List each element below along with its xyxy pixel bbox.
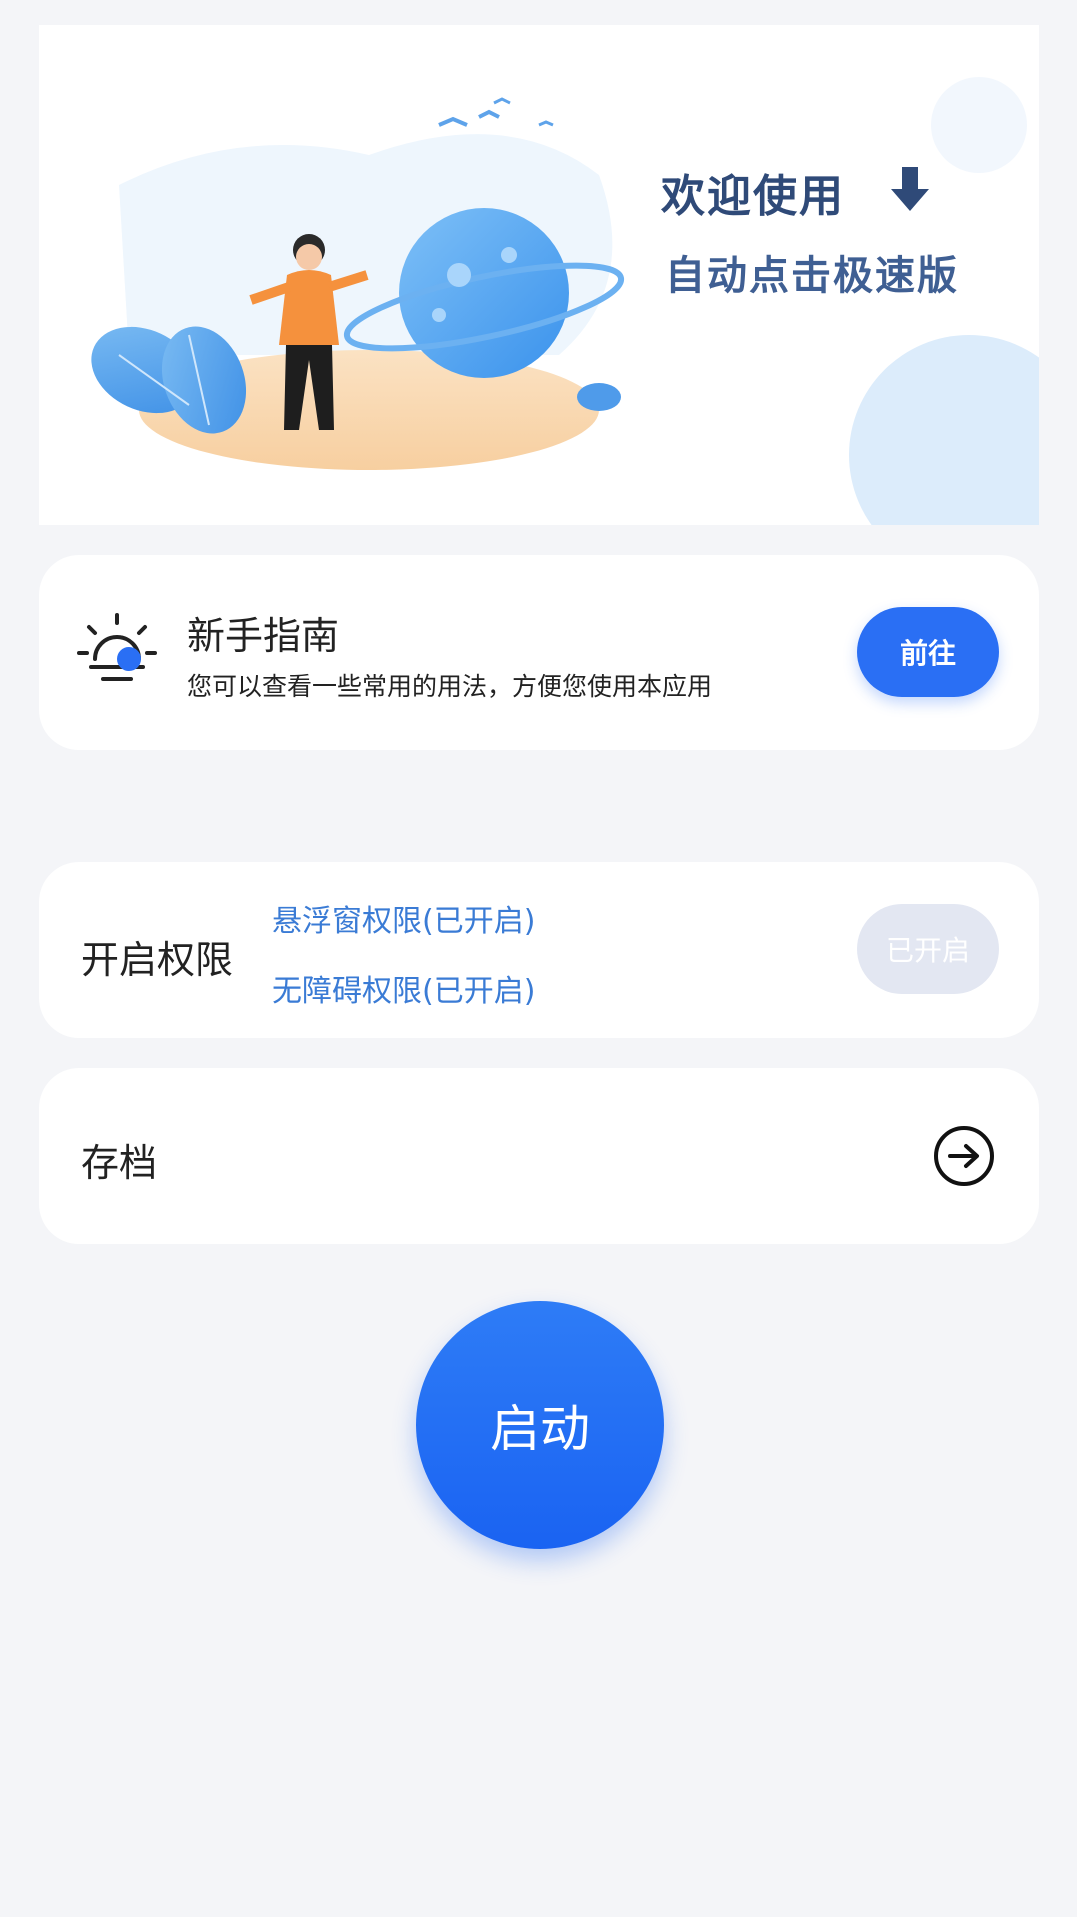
guide-card: 新手指南 您可以查看一些常用的用法，方便您使用本应用 前往	[39, 555, 1039, 750]
arrow-down-icon	[891, 167, 929, 211]
save-label: 存档	[81, 1141, 158, 1185]
permissions-card: 开启权限 悬浮窗权限(已开启) 无障碍权限(已开启) 已开启	[39, 862, 1039, 1038]
save-card[interactable]: 存档	[39, 1068, 1039, 1244]
arrow-right-circle-icon[interactable]	[932, 1124, 996, 1188]
guide-title: 新手指南	[187, 614, 340, 658]
permissions-label: 开启权限	[81, 938, 234, 982]
lightbulb-icon	[77, 613, 157, 681]
guide-description: 您可以查看一些常用的用法，方便您使用本应用	[187, 672, 713, 701]
overlay-permission-status: 悬浮窗权限(已开启)	[272, 904, 536, 939]
permissions-enabled-button[interactable]: 已开启	[857, 904, 999, 994]
go-button[interactable]: 前往	[857, 607, 999, 697]
welcome-title: 欢迎使用	[661, 171, 845, 222]
accessibility-permission-status: 无障碍权限(已开启)	[272, 974, 536, 1009]
welcome-banner: 欢迎使用 自动点击极速版	[39, 25, 1039, 525]
start-button[interactable]: 启动	[416, 1301, 664, 1549]
welcome-subtitle: 自动点击极速版	[665, 253, 959, 299]
